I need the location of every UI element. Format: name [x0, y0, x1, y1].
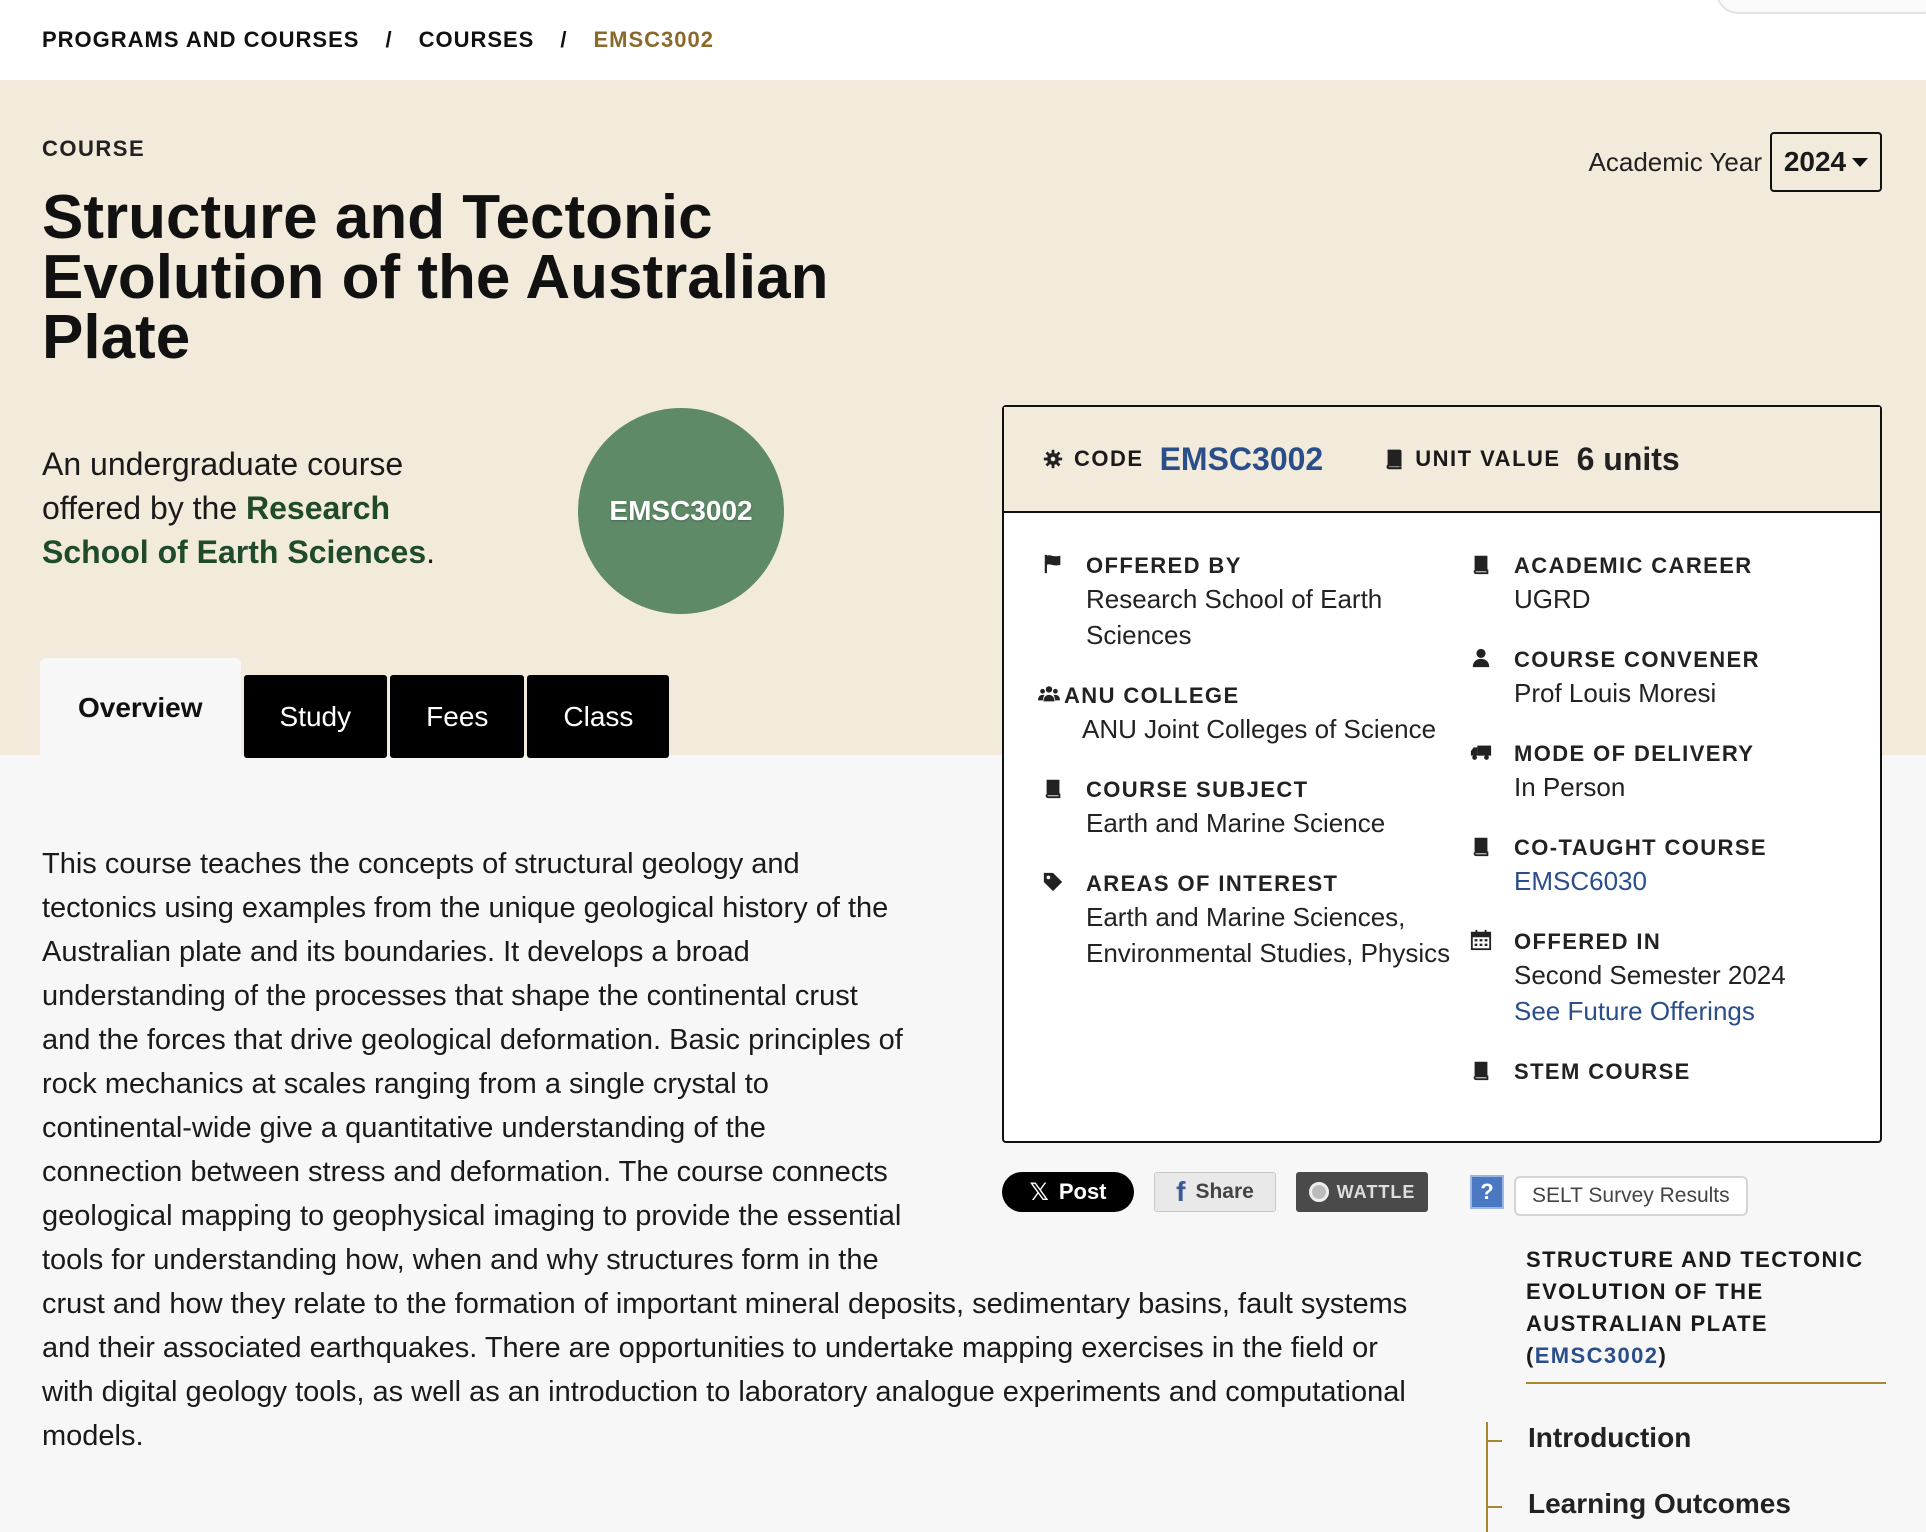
unit-value: 6 units	[1576, 440, 1680, 477]
code-value[interactable]: EMSC3002	[1160, 441, 1324, 478]
course-subject-field: COURSE SUBJECT Earth and Marine Science	[1042, 775, 1470, 841]
co-taught-course-link[interactable]: EMSC6030	[1514, 866, 1647, 896]
course-convener-field: COURSE CONVENER Prof Louis Moresi	[1470, 645, 1870, 711]
academic-year-select[interactable]: 2024	[1770, 132, 1882, 192]
unit-value-field: UNIT VALUE 6 units	[1383, 441, 1680, 478]
academic-year-selector: Academic Year 2024	[1589, 132, 1882, 192]
book-icon	[1470, 835, 1492, 857]
help-question-icon[interactable]: ?	[1470, 1175, 1504, 1209]
offered-in-value: Second Semester 2024	[1514, 960, 1786, 990]
code-field: CODE EMSC3002	[1042, 441, 1323, 478]
stem-course-label: STEM COURSE	[1514, 1059, 1691, 1084]
user-icon	[1470, 647, 1492, 669]
course-convener-value: Prof Louis Moresi	[1514, 678, 1717, 708]
page-title: Structure and Tectonic Evolution of the …	[42, 183, 829, 372]
course-intro: An undergraduate course offered by the R…	[42, 442, 482, 574]
code-label: CODE	[1074, 446, 1144, 471]
breadcrumb-separator: /	[385, 27, 393, 52]
academic-year-label: Academic Year	[1588, 146, 1762, 177]
stem-course-field: STEM COURSE	[1470, 1057, 1870, 1087]
breadcrumb-current: EMSC3002	[593, 27, 714, 52]
toc-title-code-link[interactable]: EMSC3002	[1535, 1343, 1659, 1368]
truck-icon	[1470, 741, 1492, 763]
top-search-pill[interactable]	[1716, 0, 1926, 14]
book-icon	[1470, 553, 1492, 575]
book-icon	[1383, 448, 1405, 470]
tab-overview[interactable]: Overview	[40, 658, 241, 758]
offered-by-field: OFFERED BY Research School of Earth Scie…	[1042, 551, 1470, 653]
toc-item-learning-outcomes[interactable]: Learning Outcomes	[1488, 1488, 1791, 1520]
course-tabs: Overview Study Fees Class	[40, 658, 670, 758]
course-type-label: COURSE	[42, 136, 146, 161]
mode-of-delivery-value: In Person	[1514, 772, 1626, 802]
course-convener-label: COURSE CONVENER	[1514, 647, 1760, 672]
breadcrumb-courses[interactable]: COURSES	[419, 27, 535, 53]
intro-suffix: .	[426, 534, 435, 570]
anu-college-field: ANU COLLEGE ANU Joint Colleges of Scienc…	[1038, 681, 1470, 747]
academic-career-label: ACADEMIC CAREER	[1514, 553, 1753, 578]
course-subject-value: Earth and Marine Science	[1086, 808, 1386, 838]
offered-by-label: OFFERED BY	[1086, 553, 1242, 578]
toc-title: STRUCTURE AND TECTONIC EVOLUTION OF THE …	[1526, 1244, 1886, 1384]
tab-class[interactable]: Class	[527, 675, 670, 758]
anu-college-label: ANU COLLEGE	[1064, 683, 1240, 708]
book-icon	[1470, 1059, 1492, 1081]
unit-value-label: UNIT VALUE	[1415, 446, 1561, 471]
calendar-icon	[1470, 929, 1492, 951]
info-card-header: CODE EMSC3002 UNIT VALUE 6 units	[1004, 407, 1880, 513]
tab-fees[interactable]: Fees	[390, 675, 525, 758]
toc-nav: Introduction Learning Outcomes	[1486, 1422, 1791, 1532]
course-subject-label: COURSE SUBJECT	[1086, 777, 1309, 802]
breadcrumb-separator: /	[560, 27, 568, 52]
course-code-circle: EMSC3002	[578, 408, 784, 614]
caret-down-icon	[1852, 157, 1869, 167]
course-description: This course teaches the concepts of stru…	[42, 842, 1422, 1458]
offered-by-value: Research School of Earth Sciences	[1086, 584, 1383, 650]
academic-career-value: UGRD	[1514, 584, 1591, 614]
academic-year-value: 2024	[1783, 146, 1847, 177]
mode-of-delivery-label: MODE OF DELIVERY	[1514, 741, 1755, 766]
info-column-right: ACADEMIC CAREER UGRD COURSE CONVENER Pro…	[1470, 551, 1870, 1115]
offered-in-label: OFFERED IN	[1514, 929, 1662, 954]
see-future-offerings-link[interactable]: See Future Offerings	[1514, 996, 1755, 1026]
co-taught-course-field: CO-TAUGHT COURSE EMSC6030	[1470, 833, 1870, 899]
anu-college-value: ANU Joint Colleges of Science	[1082, 714, 1437, 744]
tab-study[interactable]: Study	[243, 675, 388, 758]
co-taught-course-label: CO-TAUGHT COURSE	[1514, 835, 1767, 860]
breadcrumb-programs-and-courses[interactable]: PROGRAMS AND COURSES	[42, 27, 359, 53]
breadcrumb: PROGRAMS AND COURSES / COURSES / EMSC300…	[0, 0, 1926, 80]
mode-of-delivery-field: MODE OF DELIVERY In Person	[1470, 739, 1870, 805]
toc-item-introduction[interactable]: Introduction	[1488, 1422, 1791, 1454]
selt-survey-results-button[interactable]: SELT Survey Results	[1514, 1176, 1748, 1216]
toc-title-text: STRUCTURE AND TECTONIC EVOLUTION OF THE …	[1526, 1247, 1864, 1336]
gear-icon	[1042, 448, 1064, 470]
offered-in-field: OFFERED IN Second Semester 2024 See Futu…	[1470, 927, 1870, 1029]
academic-career-field: ACADEMIC CAREER UGRD	[1470, 551, 1870, 617]
users-icon	[1038, 683, 1060, 705]
book-icon	[1042, 777, 1064, 799]
flag-icon	[1042, 553, 1064, 575]
